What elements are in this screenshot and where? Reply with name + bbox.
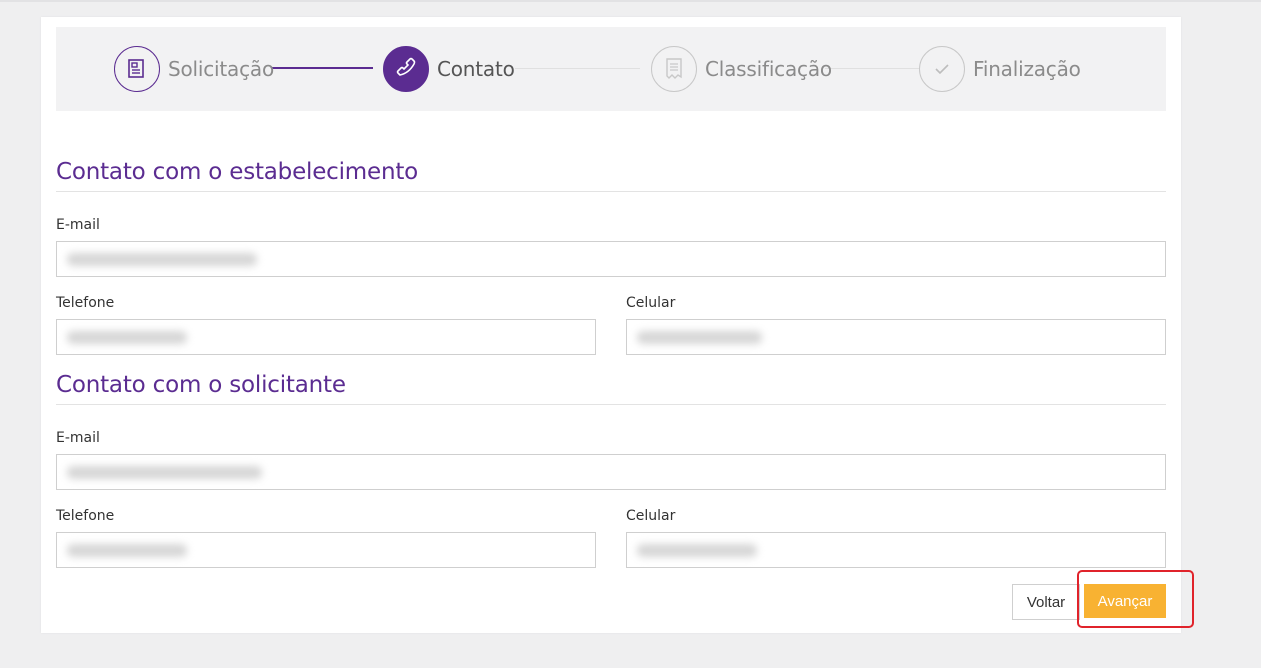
establishment-mobile-label: Celular (626, 295, 676, 311)
step-label-classificacao: Classificação (705, 57, 832, 81)
redacted-value (637, 331, 762, 344)
check-icon (919, 46, 965, 92)
requester-email-label: E-mail (56, 430, 100, 446)
requester-phone-input[interactable] (56, 532, 596, 568)
requester-phone-label: Telefone (56, 508, 115, 524)
establishment-email-label: E-mail (56, 217, 100, 233)
step-label-solicitacao: Solicitação (168, 57, 274, 81)
requester-mobile-label: Celular (626, 508, 676, 524)
redacted-value (67, 253, 257, 266)
section-divider (56, 191, 1166, 192)
requester-mobile-input[interactable] (626, 532, 1166, 568)
step-contato[interactable]: Contato (383, 46, 515, 92)
step-classificacao[interactable]: Classificação (651, 46, 832, 92)
step-connector-3 (825, 68, 919, 69)
section-title-establishment: Contato com o estabelecimento (56, 159, 419, 185)
section-title-requester: Contato com o solicitante (56, 372, 346, 398)
step-label-contato: Contato (437, 57, 515, 81)
establishment-mobile-input[interactable] (626, 319, 1166, 355)
back-button[interactable]: Voltar (1012, 584, 1080, 620)
establishment-email-input[interactable] (56, 241, 1166, 277)
step-solicitacao[interactable]: Solicitação (114, 46, 274, 92)
highlight-box (1077, 570, 1194, 628)
receipt-icon (651, 46, 697, 92)
step-connector-2 (515, 68, 640, 69)
step-connector-1 (271, 67, 373, 69)
phone-icon (383, 46, 429, 92)
establishment-phone-label: Telefone (56, 295, 115, 311)
redacted-value (637, 544, 757, 557)
establishment-phone-input[interactable] (56, 319, 596, 355)
document-icon (114, 46, 160, 92)
section-divider (56, 404, 1166, 405)
progress-stepper: Solicitação Contato Classificação Finali… (56, 27, 1166, 111)
step-label-finalizacao: Finalização (973, 57, 1081, 81)
step-finalizacao[interactable]: Finalização (919, 46, 1081, 92)
redacted-value (67, 544, 187, 557)
form-card: Solicitação Contato Classificação Finali… (41, 17, 1194, 633)
redacted-value (67, 466, 262, 479)
top-divider (0, 0, 1261, 2)
redacted-value (67, 331, 187, 344)
requester-email-input[interactable] (56, 454, 1166, 490)
